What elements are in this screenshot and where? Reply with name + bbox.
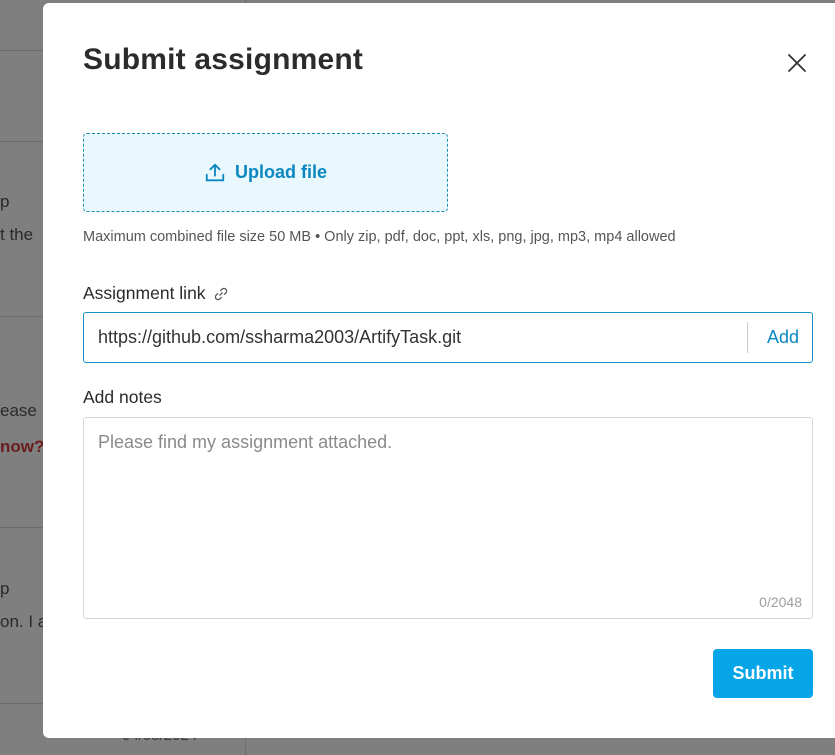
modal-title: Submit assignment	[83, 43, 364, 76]
add-notes-label: Add notes	[83, 387, 162, 407]
background-snippet: p	[0, 579, 10, 598]
notes-field: 0/2048	[83, 417, 813, 619]
assignment-link-input[interactable]	[98, 313, 728, 362]
notes-character-counter: 0/2048	[759, 594, 802, 610]
assignment-link-label: Assignment link	[83, 283, 206, 303]
submit-assignment-modal: Submit assignment Upload file Maximum co…	[43, 3, 835, 738]
upload-icon	[205, 163, 225, 181]
background-snippet: p	[0, 192, 10, 211]
assignment-link-field: Add	[83, 312, 813, 363]
link-icon	[214, 287, 227, 300]
upload-file-button[interactable]: Upload file	[83, 133, 448, 212]
background-snippet-link: now?	[0, 437, 45, 456]
notes-textarea[interactable]	[98, 432, 798, 592]
assignment-link-label-row: Assignment link	[83, 283, 229, 304]
upload-file-label: Upload file	[234, 162, 327, 182]
submit-button[interactable]: Submit	[713, 649, 813, 698]
close-icon	[788, 54, 806, 72]
background-snippet: on. I a	[0, 612, 48, 631]
upload-hint: Maximum combined file size 50 MB • Only …	[83, 229, 676, 245]
close-button[interactable]	[785, 51, 809, 75]
background-snippet: t the	[0, 225, 34, 244]
add-link-button[interactable]: Add	[754, 313, 812, 362]
input-divider	[747, 322, 748, 353]
